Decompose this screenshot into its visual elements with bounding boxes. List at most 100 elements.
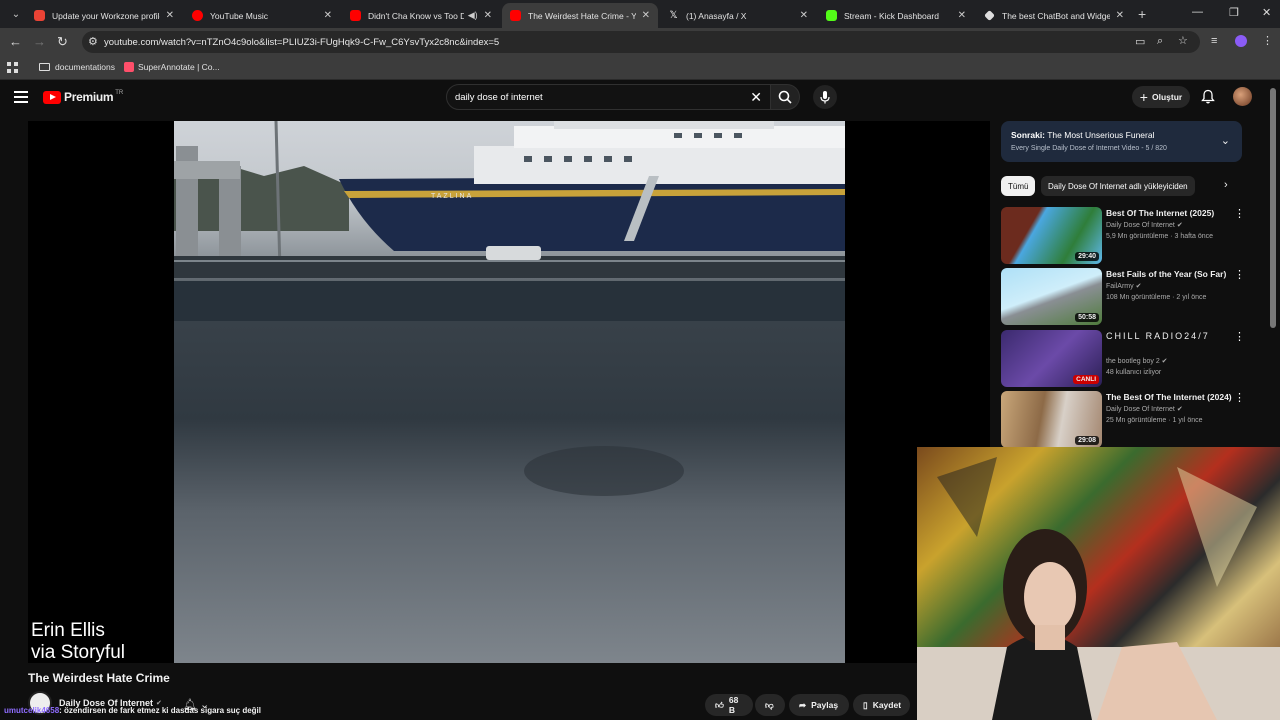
close-icon[interactable]: ✕ — [1116, 10, 1124, 21]
video-frame[interactable]: TAZLINA — [174, 121, 845, 663]
rec-channel[interactable]: FailArmy ✔ — [1106, 282, 1141, 290]
rec-channel[interactable]: the bootleg boy 2 ✔ — [1106, 357, 1168, 365]
rec-title[interactable]: CHILL RADIO24/7 — [1106, 331, 1234, 342]
rec-meta: 25 Mn görüntüleme · 1 yıl önce — [1106, 417, 1203, 424]
video-thumbnail[interactable]: 29:08 — [1001, 391, 1102, 448]
close-icon[interactable]: ✕ — [642, 10, 650, 21]
duration-badge: 29:08 — [1075, 436, 1099, 445]
browser-tab[interactable]: 𝕏 (1) Anasayfa / X ✕ — [660, 3, 816, 28]
tab-title: Update your Workzone profile — [52, 10, 160, 21]
browser-tab[interactable]: Update your Workzone profile ✕ — [26, 3, 182, 28]
recommendation-item[interactable]: 29:08 The Best Of The Internet (2024) Da… — [1001, 391, 1261, 449]
chat-message: özendirsen de fark etmez ki dasdas sigar… — [64, 706, 261, 715]
cast-icon[interactable]: ▭ — [1135, 35, 1145, 48]
more-menu-icon[interactable]: ⋮ — [1262, 34, 1273, 47]
speaker-icon[interactable]: ◀) — [468, 10, 478, 21]
more-options-icon[interactable]: ⋮ — [1234, 268, 1245, 281]
profile-icon[interactable] — [1235, 35, 1247, 47]
video-thumbnail[interactable]: 29:40 — [1001, 207, 1102, 264]
tab-search-button[interactable]: ⌄ — [4, 4, 28, 24]
like-button[interactable]: 👍︎ 68 B — [705, 694, 753, 716]
dislike-button[interactable]: 👎︎ — [755, 694, 785, 716]
youtube-premium-logo[interactable]: Premium TR — [43, 90, 123, 104]
search-button[interactable] — [770, 84, 800, 110]
more-options-icon[interactable]: ⋮ — [1234, 330, 1245, 343]
bookmark-superannotate[interactable]: SuperAnnotate | Co... — [124, 62, 220, 72]
x-logo-icon: 𝕏 — [669, 10, 678, 21]
address-bar[interactable]: youtube.com/watch?v=nTZnO4c9olo&list=PLI… — [82, 31, 1200, 53]
video-thumbnail[interactable]: 50:58 — [1001, 268, 1102, 325]
up-next-video: The Most Unserious Funeral — [1047, 130, 1155, 140]
rec-channel[interactable]: Daily Dose Of Internet ✔ — [1106, 221, 1183, 229]
more-options-icon[interactable]: ⋮ — [1234, 391, 1245, 404]
close-icon[interactable]: ✕ — [958, 10, 966, 21]
kick-icon — [826, 10, 837, 21]
account-avatar[interactable] — [1233, 87, 1252, 106]
restore-icon[interactable]: ❐ — [1229, 6, 1239, 19]
chip-from-uploader[interactable]: Daily Dose Of Internet adlı yükleyiciden — [1041, 176, 1195, 196]
verified-icon: ✔ — [1135, 283, 1142, 290]
close-icon[interactable]: ✕ — [166, 10, 174, 21]
logo-text: Premium — [64, 90, 114, 104]
browser-tab[interactable]: YouTube Music ✕ — [184, 3, 340, 28]
recommendation-item[interactable]: 50:58 Best Fails of the Year (So Far) Fa… — [1001, 268, 1261, 326]
menu-icon[interactable] — [14, 91, 28, 106]
back-icon[interactable]: ← — [9, 34, 22, 49]
rec-title[interactable]: The Best Of The Internet (2024) — [1106, 392, 1234, 403]
rec-meta: 108 Mn görüntüleme · 2 yıl önce — [1106, 294, 1207, 301]
save-icon: ▯ — [863, 699, 868, 710]
browser-tab[interactable]: Didn't Cha Know vs Too De ◀) ✕ — [342, 3, 500, 28]
recommendation-item[interactable]: 29:40 Best Of The Internet (2025) Daily … — [1001, 207, 1261, 265]
url-text[interactable]: youtube.com/watch?v=nTZnO4c9olo&list=PLI… — [104, 37, 499, 48]
browser-tab[interactable]: Stream - Kick Dashboard ✕ — [818, 3, 974, 28]
new-tab-button[interactable]: + — [1138, 6, 1146, 22]
up-next-subtitle: Every Single Daily Dose of Internet Vide… — [1011, 145, 1167, 152]
bookmark-star-icon[interactable]: ☆ — [1178, 34, 1188, 47]
close-icon[interactable]: ✕ — [800, 10, 808, 21]
rec-title[interactable]: Best Fails of the Year (So Far) — [1106, 269, 1234, 280]
zoom-icon[interactable]: ⌕ — [1157, 35, 1163, 48]
bookmarks-bar: documentations SuperAnnotate | Co... — [0, 56, 1280, 80]
more-options-icon[interactable]: ⋮ — [1234, 207, 1245, 220]
site-info-icon[interactable]: ⚙ — [88, 35, 98, 48]
recommendation-item[interactable]: CANLI CHILL RADIO24/7 the bootleg boy 2 … — [1001, 330, 1261, 388]
superannotate-icon — [124, 62, 134, 72]
rec-channel-name[interactable]: Daily Dose Of Internet — [1106, 406, 1175, 413]
apps-icon[interactable] — [7, 62, 18, 73]
reload-icon[interactable]: ↻ — [57, 34, 68, 50]
rec-channel-name[interactable]: the bootleg boy 2 — [1106, 358, 1160, 365]
browser-tab-active[interactable]: The Weirdest Hate Crime - You ✕ — [502, 3, 658, 28]
video-thumbnail[interactable]: CANLI — [1001, 330, 1102, 387]
bookmark-documentations[interactable]: documentations — [39, 62, 115, 72]
youtube-icon — [510, 10, 521, 21]
youtube-icon — [350, 10, 361, 21]
rec-channel-name[interactable]: FailArmy — [1106, 283, 1134, 290]
rec-channel[interactable]: Daily Dose Of Internet ✔ — [1106, 405, 1183, 413]
clear-search-icon[interactable]: ✕ — [750, 89, 762, 106]
page-scrollbar[interactable] — [1270, 88, 1276, 328]
webcam-overlay — [917, 447, 1280, 720]
bookmark-label: SuperAnnotate | Co... — [138, 62, 220, 72]
playlist-up-next[interactable]: Sonraki: The Most Unserious Funeral Ever… — [1001, 121, 1242, 162]
search-query[interactable]: daily dose of internet — [455, 92, 543, 103]
media-control-icon[interactable]: ≡ — [1211, 35, 1217, 47]
video-title: The Weirdest Hate Crime — [28, 671, 170, 685]
close-window-icon[interactable]: ✕ — [1262, 6, 1271, 19]
minimize-icon[interactable]: — — [1192, 6, 1203, 18]
forward-icon[interactable]: → — [33, 34, 46, 49]
notifications-button[interactable] — [1201, 89, 1215, 109]
voice-search-button[interactable] — [813, 85, 837, 109]
search-input[interactable]: daily dose of internet ✕ — [446, 84, 771, 110]
rec-channel-name[interactable]: Daily Dose Of Internet — [1106, 222, 1175, 229]
close-icon[interactable]: ✕ — [324, 10, 332, 21]
save-button[interactable]: ▯ Kaydet — [853, 694, 910, 716]
chevron-right-icon[interactable]: › — [1224, 179, 1228, 191]
rec-title[interactable]: Best Of The Internet (2025) — [1106, 208, 1234, 219]
create-button[interactable]: + Oluştur — [1132, 86, 1190, 108]
browser-tab[interactable]: The best ChatBot and Widgets ✕ — [976, 3, 1132, 28]
close-icon[interactable]: ✕ — [484, 10, 492, 21]
chip-all[interactable]: Tümü — [1001, 176, 1036, 196]
chevron-down-icon[interactable]: ⌄ — [1221, 134, 1230, 147]
share-button[interactable]: ➦ Paylaş — [789, 694, 849, 716]
verified-icon: ✔ — [1176, 406, 1183, 413]
